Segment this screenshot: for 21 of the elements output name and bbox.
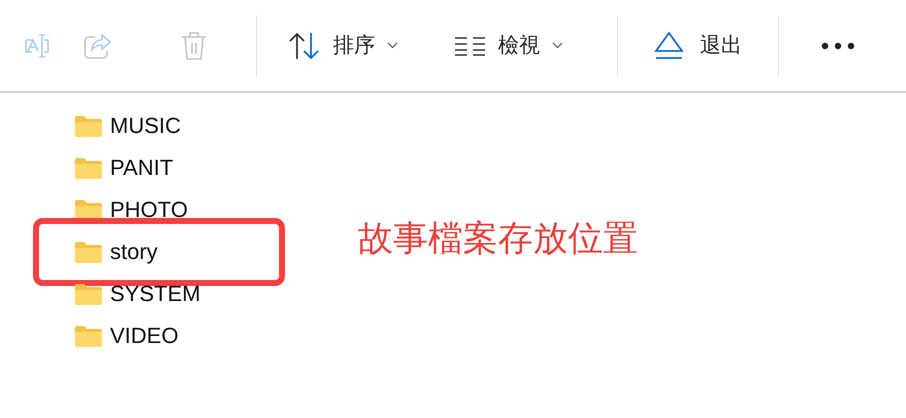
eject-button[interactable]: 退出: [632, 16, 764, 76]
folder-name[interactable]: PANIT: [110, 157, 174, 179]
list-view-icon: [454, 36, 486, 56]
chevron-icon: [552, 42, 563, 49]
folder-icon: [74, 115, 103, 137]
folder-icon: [74, 283, 103, 305]
annotation-text: 故事檔案存放位置: [358, 221, 638, 256]
folder-icon: [74, 241, 103, 263]
more-icon[interactable]: [821, 42, 855, 50]
folder-name[interactable]: PHOTO: [110, 199, 188, 221]
folder-icon: [74, 325, 103, 347]
view-menu-button[interactable]: 檢視: [438, 16, 579, 76]
sort-menu-button[interactable]: 排序: [271, 16, 414, 76]
folder-icon: [74, 157, 103, 179]
folder-name[interactable]: SYSTEM: [110, 283, 200, 305]
folder-name[interactable]: story: [110, 241, 158, 263]
sort-icon: [287, 30, 321, 60]
chevron-icon: [387, 42, 398, 49]
folder-name[interactable]: MUSIC: [110, 115, 181, 137]
eject-icon: [654, 30, 684, 60]
folder-name[interactable]: VIDEO: [110, 325, 178, 347]
